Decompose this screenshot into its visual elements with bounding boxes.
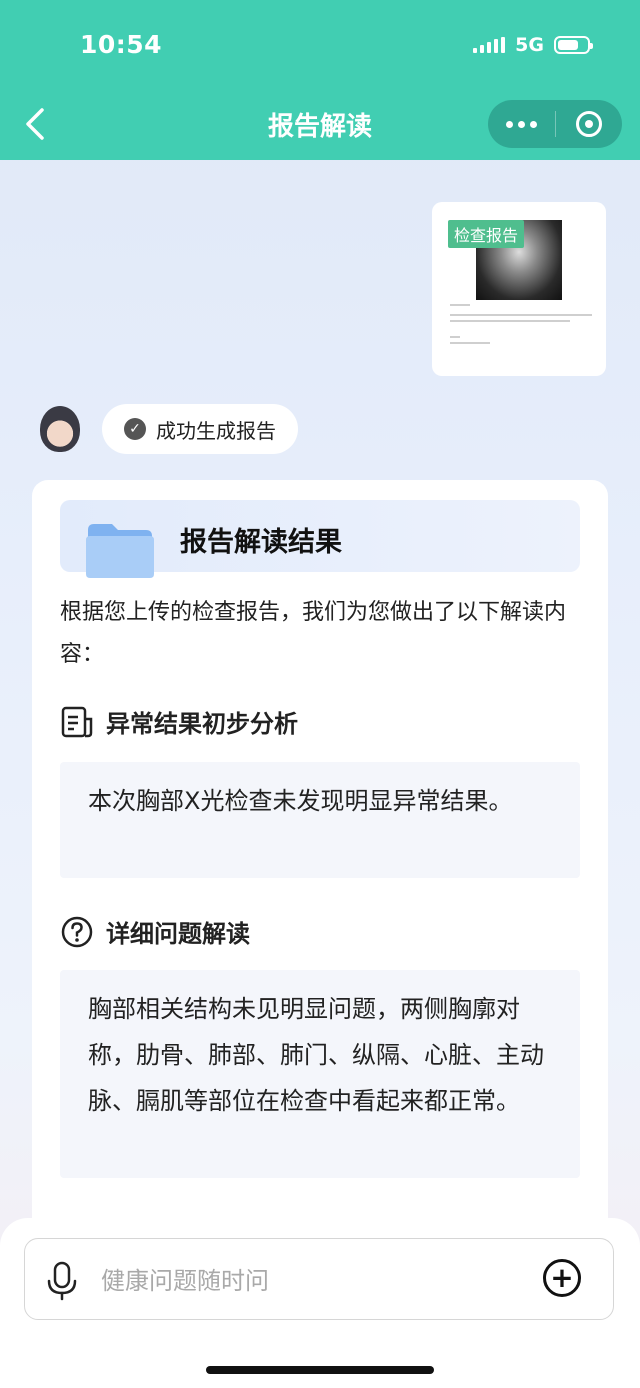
network-label: 5G (515, 34, 544, 56)
chat-input[interactable]: 健康问题随时问 + (24, 1238, 614, 1320)
result-card-header: 报告解读结果 (60, 500, 580, 578)
result-title: 报告解读结果 (180, 527, 342, 558)
close-target-icon[interactable] (556, 111, 623, 137)
doctor-avatar (40, 406, 80, 452)
bottom-input-bar: 健康问题随时问 + (0, 1218, 640, 1388)
result-card: 报告解读结果 根据您上传的检查报告，我们为您做出了以下解读内容： 异常结果初步分… (32, 480, 608, 1240)
intro-text: 根据您上传的检查报告，我们为您做出了以下解读内容： (60, 600, 567, 667)
status-time: 10:54 (80, 30, 163, 59)
section-title-detail: 详细问题解读 (60, 914, 250, 949)
add-plus-icon[interactable]: + (543, 1259, 581, 1297)
status-indicators: 5G (473, 34, 593, 56)
status-pill: ✓ 成功生成报告 (102, 404, 298, 454)
signal-icon (473, 37, 506, 53)
input-placeholder: 健康问题随时问 (101, 1267, 269, 1295)
more-menu-icon[interactable] (488, 120, 555, 128)
mini-program-capsule (488, 100, 622, 148)
top-bar: 10:54 5G 报告解读 (0, 0, 640, 160)
battery-icon (554, 36, 593, 54)
microphone-icon[interactable] (45, 1261, 79, 1301)
section-body-detail: 胸部相关结构未见明显问题，两侧胸廓对称，肋骨、肺部、肺门、纵隔、心脏、主动脉、膈… (60, 970, 580, 1178)
status-text: 成功生成报告 (156, 418, 276, 443)
question-icon (61, 916, 93, 947)
document-icon (61, 706, 93, 737)
folder-icon (86, 524, 154, 578)
home-indicator (206, 1366, 434, 1374)
section-title-abnormal: 异常结果初步分析 (60, 704, 298, 739)
section-body-abnormal: 本次胸部X光检查未发现明显异常结果。 (60, 762, 580, 878)
report-badge: 检查报告 (448, 220, 525, 248)
check-circle-icon: ✓ (124, 418, 146, 440)
uploaded-report-thumbnail[interactable]: 检查报告 (432, 202, 606, 376)
